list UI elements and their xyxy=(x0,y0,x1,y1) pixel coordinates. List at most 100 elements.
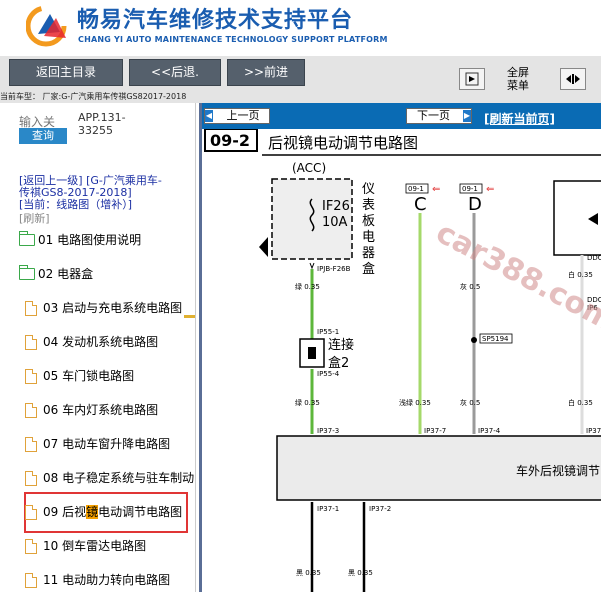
file-icon xyxy=(25,368,37,384)
ref-tag: 09-1 xyxy=(408,185,424,193)
brand-subtitle: CHANG YI AUTO MAINTENANCE TECHNOLOGY SUP… xyxy=(78,35,388,44)
header: 畅易汽车维修技术支持平台 CHANG YI AUTO MAINTENANCE T… xyxy=(0,0,601,56)
fullscreen-icon xyxy=(465,72,479,86)
splice-label: SP5194 xyxy=(482,335,509,343)
ref-arrow-icon: ⇐ xyxy=(486,184,494,195)
fuse-name: IF26 xyxy=(322,199,350,214)
doc-item[interactable]: 11 电动助力转向电路图 xyxy=(25,569,195,591)
brand-logo xyxy=(26,5,67,47)
return-up-link[interactable]: [返回上一级] [G-广汽乘用车-传祺GS8-2017-2018] xyxy=(19,175,169,199)
doc-label: 10 倒车雷达电路图 xyxy=(43,539,147,553)
diagram-pane: ◀ 上一页 下一页 ▶ [刷新当前页] 09-2 后视镜电动调节电路图 (ACC… xyxy=(202,103,601,592)
left-arrow-icon: ◀ xyxy=(205,110,213,122)
fuse-box-char: 器 xyxy=(362,246,375,261)
doc-item[interactable]: 04 发动机系统电路图 xyxy=(25,331,195,353)
doc-label: 07 电动车窗升降电路图 xyxy=(43,437,171,451)
connector-label: 连接 xyxy=(328,337,354,353)
refresh-link[interactable]: [刷新] xyxy=(19,210,50,226)
doc-label: 11 电动助力转向电路图 xyxy=(43,573,171,587)
folder-item[interactable]: 02 电器盒 xyxy=(19,263,189,285)
wire-label: 绿 0.35 xyxy=(295,398,320,407)
next-page-button[interactable]: 下一页 ▶ xyxy=(406,108,472,124)
connector-label: 盒2 xyxy=(328,355,349,371)
fullscreen-label: 全屏 xyxy=(507,66,529,79)
doc-label: 09 后视镜电动调节电路图 xyxy=(43,501,182,523)
refresh-page-link[interactable]: [刷新当前页] xyxy=(484,110,555,127)
wire-label: 白 0.35 xyxy=(568,270,593,279)
toggle-menu-button[interactable] xyxy=(560,68,586,90)
fuse-box-char: 表 xyxy=(362,198,375,213)
doc-item[interactable]: 03 启动与充电系统电路图 xyxy=(25,297,195,319)
file-icon xyxy=(25,334,37,350)
file-icon xyxy=(25,572,37,588)
prev-page-button[interactable]: ◀ 上一页 xyxy=(204,108,270,124)
toolbar: 返回主目录 <<后退. >>前进 全屏 菜单 xyxy=(0,56,601,92)
sidebar: 查询 APP.131-33255 [返回上一级] [G-广汽乘用车-传祺GS8-… xyxy=(0,103,196,592)
folder-label: 02 电器盒 xyxy=(38,267,94,281)
wire-label: 灰 0.5 xyxy=(460,282,480,291)
doc-label: 06 车内灯系统电路图 xyxy=(43,403,159,417)
pin-label: IP37-2 xyxy=(369,505,391,513)
file-icon xyxy=(25,300,37,316)
scrollbar-thumb[interactable] xyxy=(184,315,195,318)
section-number: 09-2 xyxy=(210,131,250,150)
doc-item[interactable]: 05 车门锁电路图 xyxy=(25,365,195,387)
connector-letter: D xyxy=(468,194,482,215)
fuse-box-char: 板 xyxy=(362,214,375,229)
fullscreen-button[interactable] xyxy=(459,68,485,90)
folder-icon xyxy=(19,231,35,246)
fuse-rating: 10A xyxy=(322,215,348,230)
expand-icon xyxy=(566,74,580,84)
doc-item[interactable]: 10 倒车雷达电路图 xyxy=(25,535,195,557)
diagram-title: 后视镜电动调节电路图 xyxy=(268,134,418,152)
wiring-diagram: 09-2 后视镜电动调节电路图 (ACC) IF26 10A 仪 表 板 电 器… xyxy=(204,129,601,592)
folder-label: 01 电路图使用说明 xyxy=(38,233,142,247)
wire-label: 浅绿 0.35 xyxy=(399,398,431,407)
ref-tag: 09-1 xyxy=(462,185,478,193)
fuse-box-char: 仪 xyxy=(362,182,375,197)
folder-icon xyxy=(19,265,35,280)
search-highlight: 镜 xyxy=(86,505,99,519)
wire-label: 白 0.35 xyxy=(568,398,593,407)
fuse-box-char: 盒 xyxy=(362,261,375,277)
doc-item-active[interactable]: 09 后视镜电动调节电路图 xyxy=(25,501,185,523)
ref-arrow-icon: ⇐ xyxy=(432,184,440,195)
page-navbar: ◀ 上一页 下一页 ▶ [刷新当前页] xyxy=(202,103,601,129)
module-label: 车外后视镜调节 xyxy=(516,463,600,478)
wire-label: 黑 0.35 xyxy=(348,569,373,577)
file-icon xyxy=(25,436,37,452)
doc-label: 03 启动与充电系统电路图 xyxy=(43,301,183,315)
brand-title: 畅易汽车维修技术支持平台 xyxy=(77,8,354,33)
prev-page-label: 上一页 xyxy=(226,109,260,122)
active-suffix: 电动调节电路图 xyxy=(98,505,183,519)
fullscreen-menu-label: 全屏 菜单 xyxy=(503,66,533,92)
history-forward-button[interactable]: >>前进 xyxy=(227,59,305,86)
doc-label: 08 电子稳定系统与驻车制动电路图 xyxy=(43,471,195,485)
doc-item[interactable]: 07 电动车窗升降电路图 xyxy=(25,433,195,455)
pin-label: IP37-3 xyxy=(317,427,339,435)
pin-label: IP37 xyxy=(586,427,601,435)
connector-letter: C xyxy=(414,194,427,215)
history-back-button[interactable]: <<后退. xyxy=(129,59,221,86)
left-marker-icon xyxy=(259,237,268,257)
folder-item[interactable]: 01 电路图使用说明 xyxy=(19,229,189,251)
fuse-box-char: 电 xyxy=(362,230,375,245)
current-vehicle: 当前车型： 厂家:G-广汽乘用车传祺GS82017-2018 xyxy=(0,91,601,103)
doc-item[interactable]: 06 车内灯系统电路图 xyxy=(25,399,195,421)
next-page-label: 下一页 xyxy=(417,109,450,122)
wire-label: 黑 0.35 xyxy=(296,569,321,577)
file-icon xyxy=(25,470,37,486)
wire-label: 绿 0.35 xyxy=(295,282,320,291)
ddc-label: DDC xyxy=(587,254,601,262)
wire-label: 灰 0.5 xyxy=(460,398,480,407)
acc-label: (ACC) xyxy=(292,161,326,175)
doc-item[interactable]: 08 电子稳定系统与驻车制动电路图 xyxy=(25,467,195,489)
file-icon xyxy=(25,402,37,418)
file-icon xyxy=(25,538,37,554)
pin-label: IPJB-F26B xyxy=(317,265,351,273)
file-icon xyxy=(25,504,37,520)
back-to-main-button[interactable]: 返回主目录 xyxy=(9,59,123,86)
search-button[interactable]: 查询 xyxy=(19,128,67,144)
active-prefix: 09 后视 xyxy=(43,505,87,519)
pin-label: IP55-1 xyxy=(317,328,339,336)
